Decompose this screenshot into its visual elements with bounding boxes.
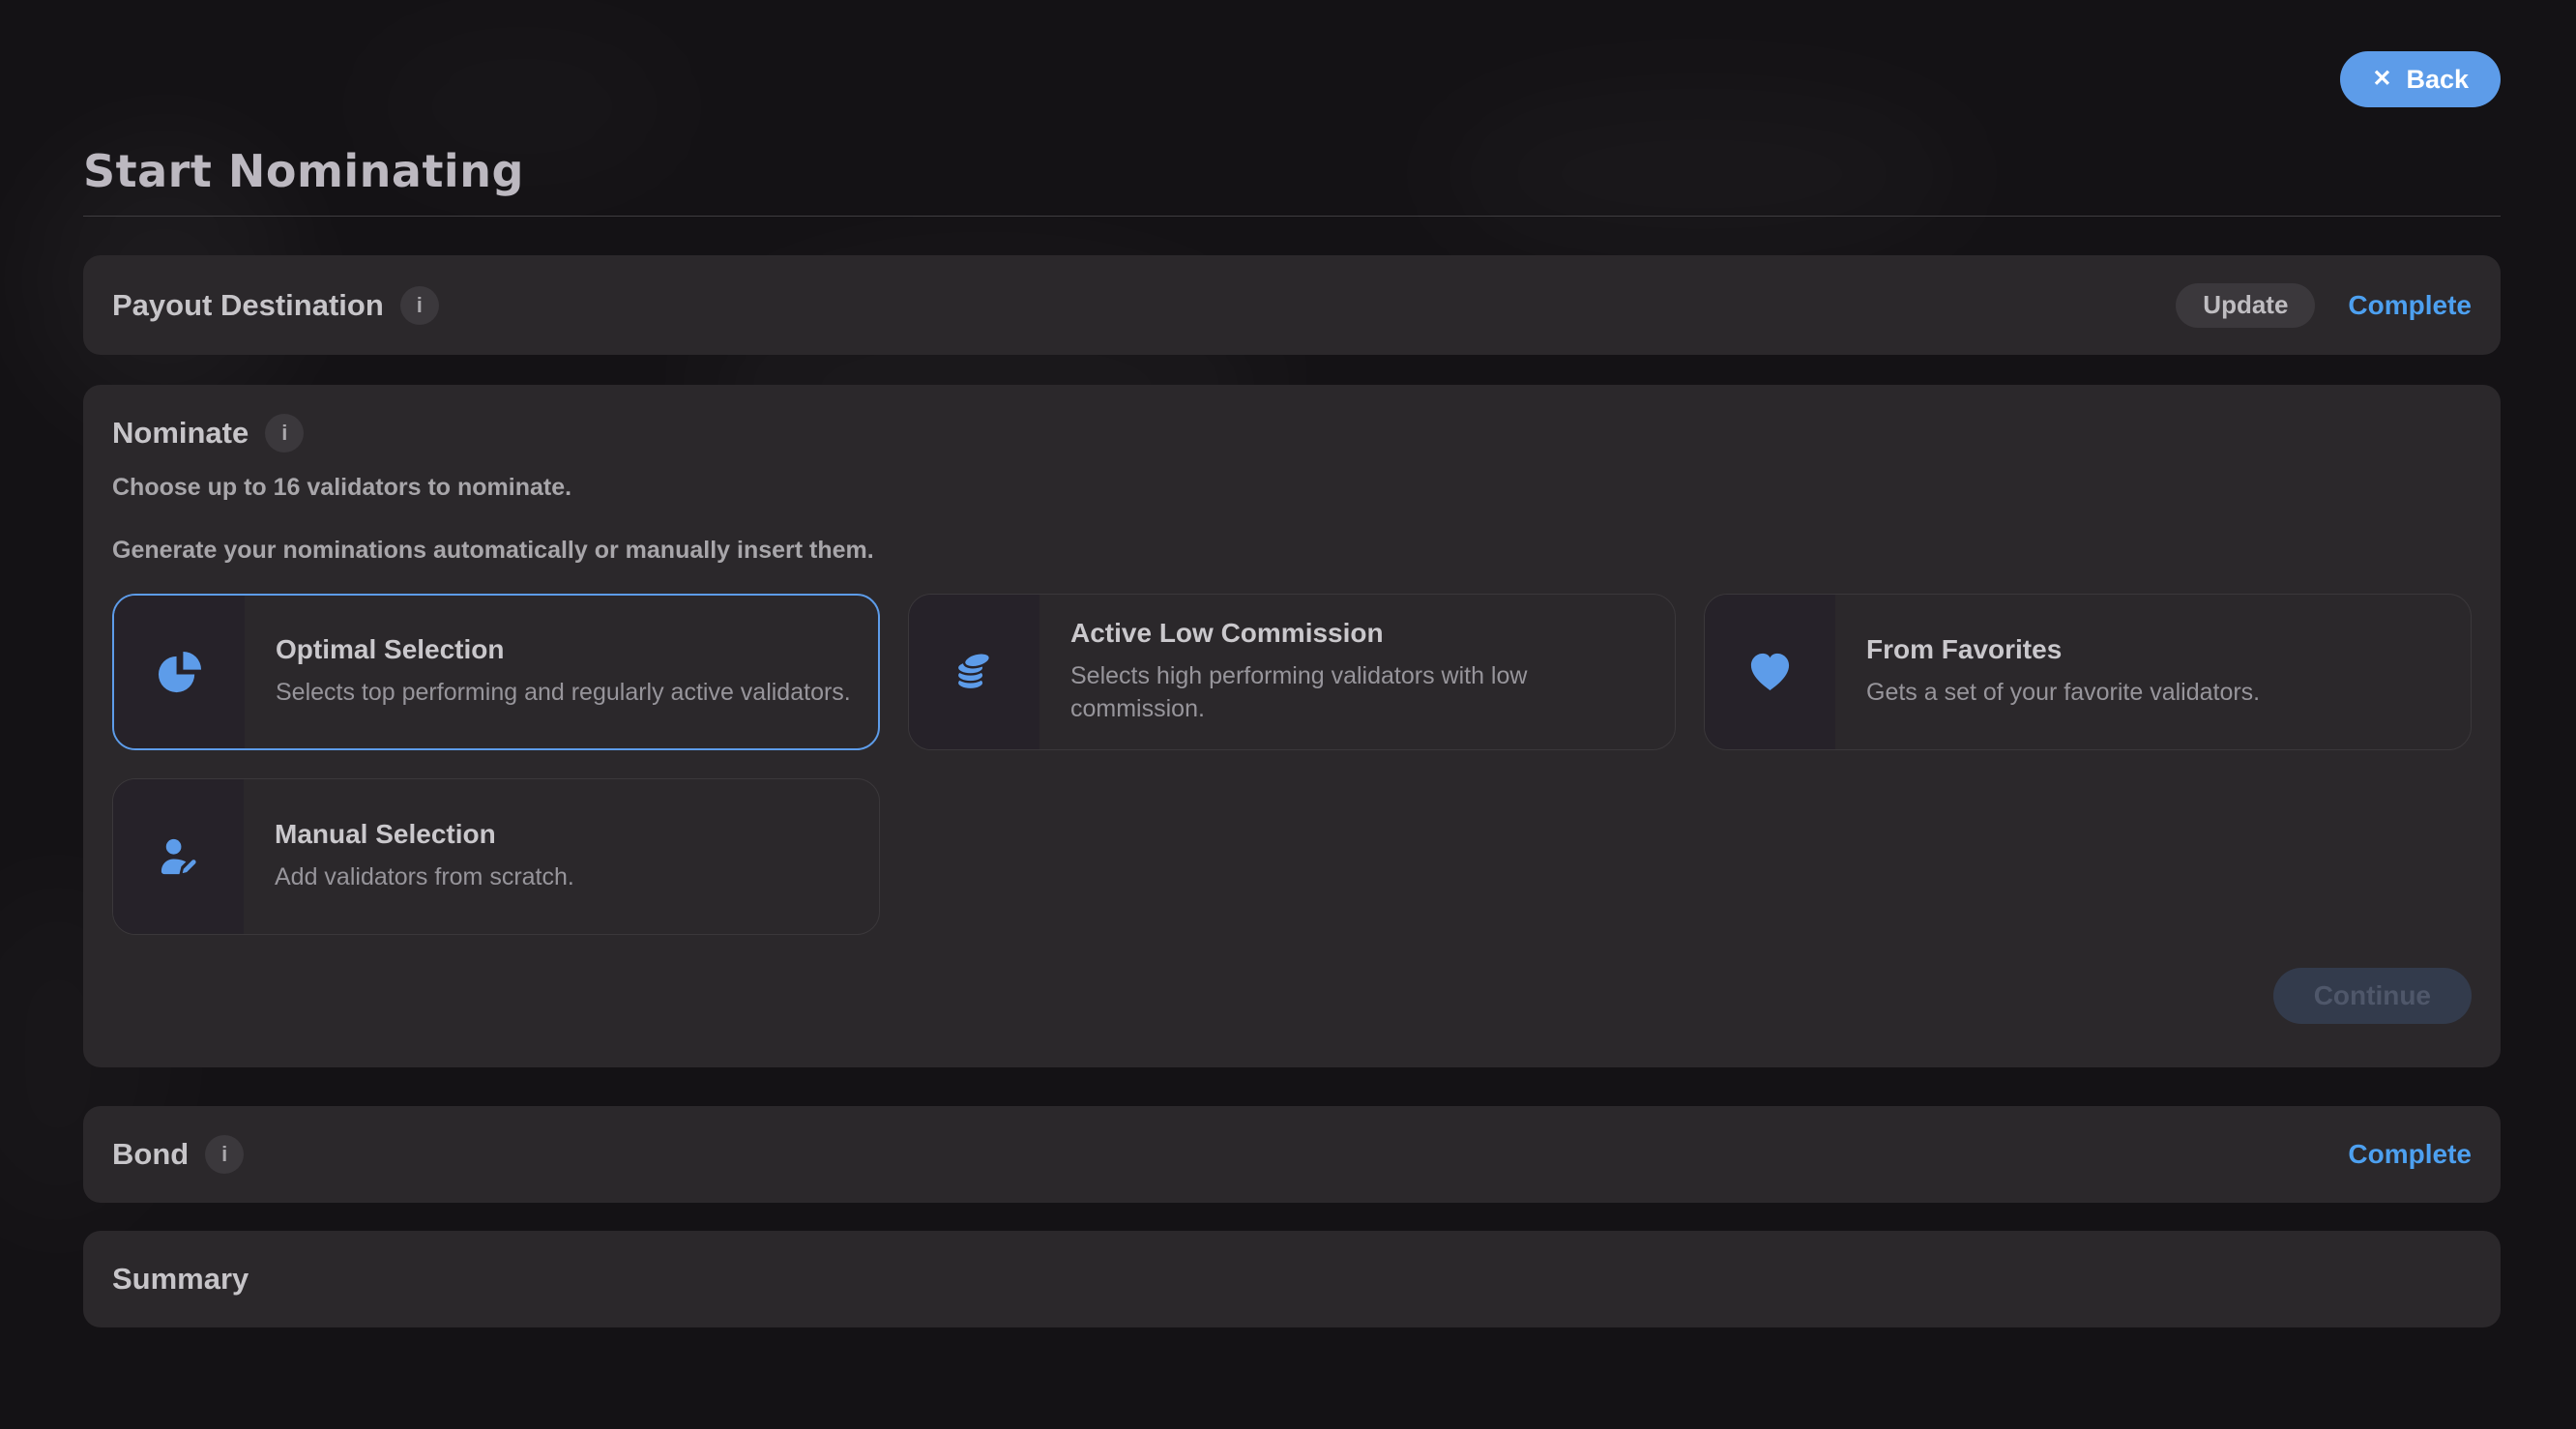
method-card-from-favorites[interactable]: From Favorites Gets a set of your favori… bbox=[1704, 594, 2472, 750]
section-summary: Summary bbox=[83, 1231, 2501, 1327]
pie-chart-icon bbox=[114, 596, 245, 748]
nominate-hint-generate: Generate your nominations automatically … bbox=[112, 537, 2472, 565]
nomination-methods-grid: Optimal Selection Selects top performing… bbox=[112, 594, 2472, 935]
payout-destination-title: Payout Destination bbox=[112, 288, 384, 323]
method-description: Selects top performing and regularly act… bbox=[276, 677, 851, 710]
section-bond: Bond i Complete bbox=[83, 1106, 2501, 1203]
section-payout-destination: Payout Destination i Update Complete bbox=[83, 255, 2501, 355]
method-card-manual-selection[interactable]: Manual Selection Add validators from scr… bbox=[112, 778, 880, 935]
info-icon[interactable]: i bbox=[400, 286, 439, 325]
user-edit-icon bbox=[113, 779, 244, 934]
heart-icon bbox=[1705, 595, 1835, 749]
method-title: From Favorites bbox=[1866, 634, 2260, 665]
method-description: Selects high performing validators with … bbox=[1070, 660, 1650, 726]
bond-title: Bond bbox=[112, 1137, 189, 1172]
continue-button[interactable]: Continue bbox=[2273, 968, 2472, 1024]
method-title: Active Low Commission bbox=[1070, 618, 1650, 649]
payout-status-badge: Complete bbox=[2348, 290, 2472, 321]
page-title: Start Nominating bbox=[83, 143, 2501, 199]
bond-status-badge: Complete bbox=[2348, 1139, 2472, 1170]
start-nominating-overlay: Start Nominating Payout Destination i Up… bbox=[83, 0, 2501, 1327]
nominate-hint-validators: Choose up to 16 validators to nominate. bbox=[112, 474, 2472, 502]
nominate-title: Nominate bbox=[112, 416, 249, 451]
info-icon[interactable]: i bbox=[205, 1135, 244, 1174]
summary-title: Summary bbox=[112, 1262, 249, 1297]
method-card-optimal-selection[interactable]: Optimal Selection Selects top performing… bbox=[112, 594, 880, 750]
method-description: Add validators from scratch. bbox=[275, 861, 574, 894]
section-nominate: Nominate i Choose up to 16 validators to… bbox=[83, 385, 2501, 1067]
method-description: Gets a set of your favorite validators. bbox=[1866, 677, 2260, 710]
method-title: Manual Selection bbox=[275, 819, 574, 850]
method-card-active-low-commission[interactable]: Active Low Commission Selects high perfo… bbox=[908, 594, 1676, 750]
update-button[interactable]: Update bbox=[2176, 283, 2315, 328]
method-title: Optimal Selection bbox=[276, 634, 851, 665]
coins-icon bbox=[909, 595, 1039, 749]
title-divider bbox=[83, 216, 2501, 217]
info-icon[interactable]: i bbox=[265, 414, 304, 452]
